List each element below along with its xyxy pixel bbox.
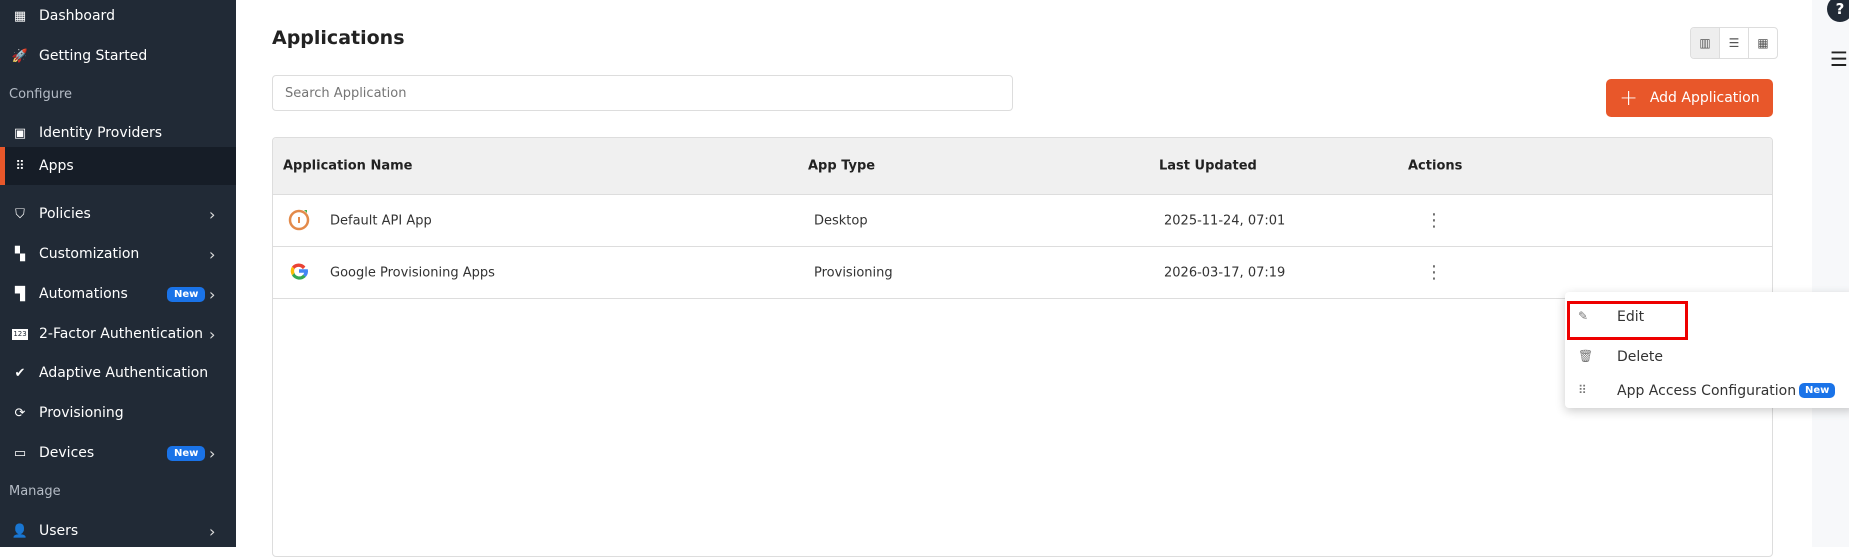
chevron-right-icon: ›: [209, 204, 216, 224]
sidebar-item-users[interactable]: 👤 Users ›: [0, 511, 236, 551]
new-badge: New: [1799, 383, 1836, 398]
chevron-right-icon: ›: [209, 244, 216, 264]
app-logo-icon: [287, 207, 311, 235]
table-row[interactable]: Google Provisioning Apps Provisioning 20…: [273, 247, 1772, 299]
access-config-icon: ⠿: [1578, 383, 1587, 397]
flow-icon: ▜: [15, 286, 25, 302]
more-vert-icon[interactable]: ⋮: [1425, 263, 1443, 281]
shield-icon: ⛉: [15, 206, 25, 222]
numbers-icon: 123: [12, 328, 28, 340]
view-toggle: ▥ ☰ ▦: [1690, 27, 1778, 59]
sidebar: ▦ Dashboard 🚀 Getting Started Configure ▣ I…: [0, 0, 236, 547]
rocket-icon: 🚀: [11, 48, 29, 64]
devices-icon: ▭: [13, 445, 27, 461]
chevron-right-icon: ›: [209, 521, 216, 541]
table-view-icon[interactable]: ▥: [1691, 28, 1719, 58]
plus-icon: +: [1619, 85, 1638, 111]
list-view-icon[interactable]: ☰: [1719, 28, 1748, 58]
sidebar-item-devices[interactable]: ▭ Devices New ›: [0, 433, 236, 473]
hamburger-menu-icon[interactable]: ☰: [1830, 47, 1848, 71]
table-header: Application Name App Type Last Updated A…: [273, 138, 1772, 195]
actions-dropdown-menu: ✎ Edit 🗑 Delete ⠿ App Access Configuration N…: [1565, 292, 1849, 408]
search-input[interactable]: [272, 75, 1013, 111]
app-updated: 2025-11-24, 07:01: [1164, 213, 1286, 228]
app-name[interactable]: Google Provisioning Apps: [330, 265, 495, 280]
sidebar-item-adaptive-auth[interactable]: ✔ Adaptive Authentication: [0, 353, 236, 393]
trash-icon: 🗑: [1578, 349, 1594, 363]
grid-view-icon[interactable]: ▦: [1748, 28, 1777, 58]
chevron-right-icon: ›: [209, 443, 216, 463]
menu-item-delete[interactable]: 🗑 Delete: [1565, 342, 1849, 374]
new-badge: New: [167, 445, 206, 461]
sidebar-item-dashboard[interactable]: ▦ Dashboard: [0, 0, 236, 36]
chevron-right-icon: ›: [209, 284, 216, 304]
app-type: Provisioning: [814, 265, 893, 280]
id-badge-icon: ▣: [13, 125, 27, 141]
apps-grid-icon: ⠿: [15, 158, 25, 174]
customize-icon: ▚: [15, 246, 25, 262]
sidebar-item-2fa[interactable]: 123 2-Factor Authentication ›: [0, 314, 236, 354]
more-vert-icon[interactable]: ⋮: [1425, 211, 1443, 229]
page-title: Applications: [272, 27, 405, 49]
app-type: Desktop: [814, 213, 868, 228]
menu-item-app-access-configuration[interactable]: ⠿ App Access Configuration New: [1565, 376, 1849, 408]
right-panel: [1812, 0, 1849, 547]
dashboard-icon: ▦: [13, 8, 27, 24]
section-manage: Manage: [9, 484, 61, 499]
highlight-box: [1567, 301, 1688, 340]
shield-check-icon: ✔: [14, 365, 26, 381]
user-icon: 👤: [11, 523, 29, 539]
header-actions: Actions: [1408, 158, 1463, 174]
app-updated: 2026-03-17, 07:19: [1164, 265, 1286, 280]
header-name: Application Name: [283, 158, 413, 174]
main-content: Applications ▥ ☰ ▦ +Add Application Appl…: [236, 0, 1812, 557]
section-configure: Configure: [9, 87, 73, 102]
app-name[interactable]: Default API App: [330, 213, 432, 228]
header-type: App Type: [808, 158, 876, 174]
table-row[interactable]: Default API App Desktop 2025-11-24, 07:0…: [273, 195, 1772, 247]
add-application-button[interactable]: + Add Application: [1606, 79, 1773, 117]
sidebar-item-customization[interactable]: ▚ Customization ›: [0, 234, 236, 274]
chevron-right-icon: ›: [209, 324, 216, 344]
new-badge: New: [167, 286, 206, 302]
sidebar-item-provisioning[interactable]: ⟳ Provisioning: [0, 393, 236, 433]
sidebar-item-policies[interactable]: ⛉ Policies ›: [0, 194, 236, 234]
applications-table: Application Name App Type Last Updated A…: [272, 137, 1773, 557]
header-updated: Last Updated: [1159, 158, 1257, 174]
sidebar-item-automations[interactable]: ▜ Automations New ›: [0, 274, 236, 314]
sidebar-item-apps[interactable]: ⠿ Apps: [0, 147, 236, 185]
sync-icon: ⟳: [14, 405, 26, 421]
google-logo-icon: [287, 259, 311, 287]
sidebar-item-getting-started[interactable]: 🚀 Getting Started: [0, 36, 236, 76]
